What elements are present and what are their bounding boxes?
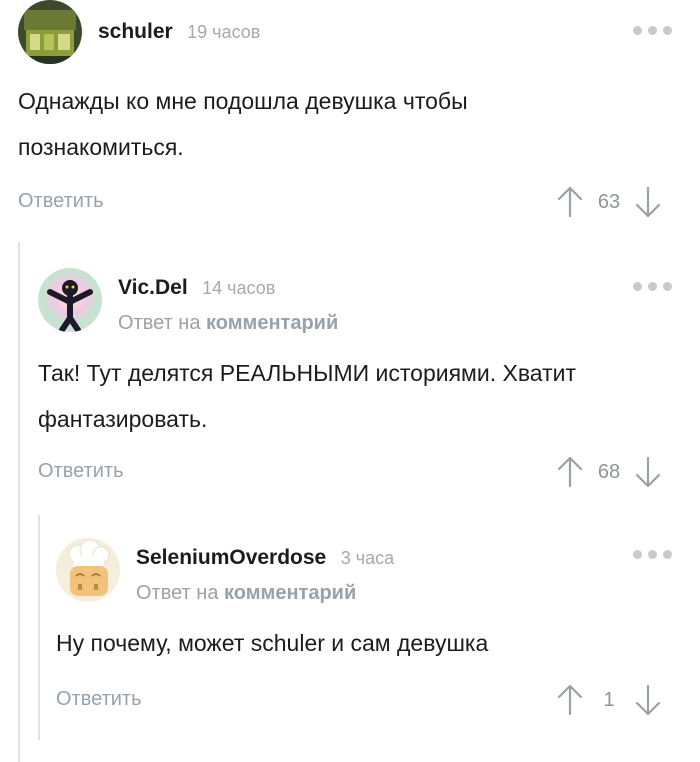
rating-count: 68	[597, 460, 621, 483]
thread-line-level-1	[18, 242, 20, 762]
reply-to-prefix: Ответ на	[136, 582, 219, 604]
comment-selenium-overdose: SeleniumOverdose 3 часа Ответ на коммент…	[56, 538, 682, 738]
reply-to-label: Ответ на комментарий	[136, 582, 356, 605]
comment-body: Однажды ко мне подошла девушка чтобы поз…	[18, 78, 682, 170]
author-name[interactable]: SeleniumOverdose	[136, 546, 326, 569]
downvote-icon[interactable]	[634, 456, 662, 488]
vote-controls: 63	[556, 186, 662, 218]
reply-to-prefix: Ответ на	[118, 312, 201, 334]
comment-body-line: познакомиться.	[18, 134, 184, 160]
comment-time: 3 часа	[340, 548, 395, 568]
comment-body-line: Ну почему, может schuler и сам девушка	[56, 630, 489, 656]
upvote-icon[interactable]	[556, 684, 584, 716]
comment-header: schuler 19 часов	[98, 20, 260, 44]
more-options-icon[interactable]	[633, 282, 672, 291]
reply-button[interactable]: Ответить	[18, 190, 104, 213]
downvote-icon[interactable]	[634, 684, 662, 716]
comment-body: Так! Тут делятся РЕАЛЬНЫМИ историями. Хв…	[38, 350, 682, 442]
vote-controls: 68	[556, 456, 662, 488]
comment-body-line: Так! Тут делятся РЕАЛЬНЫМИ историями. Хв…	[38, 360, 576, 386]
reply-button[interactable]: Ответить	[56, 688, 142, 711]
comment-time: 14 часов	[202, 278, 276, 298]
comment-body-line: фантазировать.	[38, 406, 208, 432]
comment-schuler: schuler 19 часов Однажды ко мне подошла …	[18, 0, 682, 230]
thread-line-level-2	[38, 515, 40, 740]
rating-count: 1	[603, 688, 615, 711]
rating-count: 63	[597, 190, 621, 213]
comment-vic-del: Vic.Del 14 часов Ответ на комментарий Та…	[38, 268, 682, 498]
reply-button[interactable]: Ответить	[38, 460, 124, 483]
upvote-icon[interactable]	[556, 186, 584, 218]
more-options-icon[interactable]	[633, 26, 672, 35]
comment-time: 19 часов	[187, 22, 261, 42]
downvote-icon[interactable]	[634, 186, 662, 218]
author-name[interactable]: schuler	[98, 20, 173, 43]
more-options-icon[interactable]	[633, 550, 672, 559]
comment-header: Vic.Del 14 часов	[118, 276, 275, 300]
reply-to-link[interactable]: комментарий	[206, 312, 338, 334]
vote-controls: 1	[556, 684, 662, 716]
upvote-icon[interactable]	[556, 456, 584, 488]
avatar-chef-icon[interactable]	[56, 538, 120, 602]
author-name[interactable]: Vic.Del	[118, 276, 188, 299]
reply-to-link[interactable]: комментарий	[224, 582, 356, 604]
comment-body-line: Однажды ко мне подошла девушка чтобы	[18, 88, 468, 114]
reply-to-label: Ответ на комментарий	[118, 312, 338, 335]
avatar-machine-icon[interactable]	[18, 0, 82, 64]
comment-header: SeleniumOverdose 3 часа	[136, 546, 394, 570]
avatar-figure-icon[interactable]	[38, 268, 102, 332]
comment-body: Ну почему, может schuler и сам девушка	[56, 620, 682, 666]
